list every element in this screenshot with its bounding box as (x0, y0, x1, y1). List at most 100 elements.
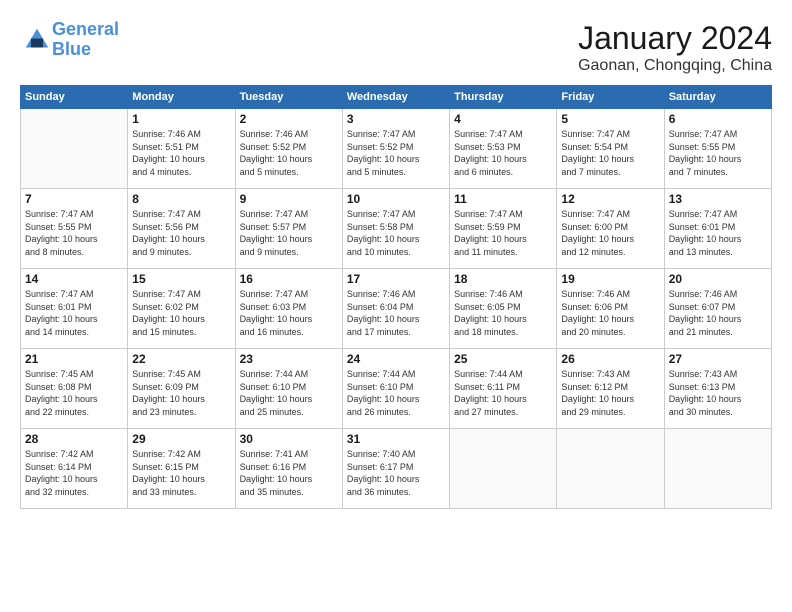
table-row (450, 429, 557, 509)
day-info: Sunrise: 7:47 AMSunset: 5:52 PMDaylight:… (347, 128, 445, 178)
table-row: 23 Sunrise: 7:44 AMSunset: 6:10 PMDayligh… (235, 349, 342, 429)
table-row: 16 Sunrise: 7:47 AMSunset: 6:03 PMDayligh… (235, 269, 342, 349)
calendar-week-row: 1 Sunrise: 7:46 AMSunset: 5:51 PMDaylight… (21, 109, 772, 189)
day-info: Sunrise: 7:42 AMSunset: 6:15 PMDaylight:… (132, 448, 230, 498)
col-monday: Monday (128, 86, 235, 109)
day-info: Sunrise: 7:44 AMSunset: 6:11 PMDaylight:… (454, 368, 552, 418)
col-tuesday: Tuesday (235, 86, 342, 109)
table-row: 26Sunrise: 7:43 AMSunset: 6:12 PMDayligh… (557, 349, 664, 429)
day-number: 10 (347, 192, 445, 206)
day-info: Sunrise: 7:44 AMSunset: 6:10 PMDaylight:… (240, 368, 338, 418)
table-row: 1 Sunrise: 7:46 AMSunset: 5:51 PMDaylight… (128, 109, 235, 189)
day-info: Sunrise: 7:46 AMSunset: 6:04 PMDaylight:… (347, 288, 445, 338)
day-info: Sunrise: 7:47 AMSunset: 5:54 PMDaylight:… (561, 128, 659, 178)
day-info: Sunrise: 7:47 AMSunset: 5:56 PMDaylight:… (132, 208, 230, 258)
day-info: Sunrise: 7:46 AMSunset: 6:07 PMDaylight:… (669, 288, 767, 338)
table-row: 18 Sunrise: 7:46 AMSunset: 6:05 PMDayligh… (450, 269, 557, 349)
day-number: 15 (132, 272, 230, 286)
day-info: Sunrise: 7:47 AMSunset: 6:00 PMDaylight:… (561, 208, 659, 258)
page: General Blue January 2024 Gaonan, Chongq… (0, 0, 792, 612)
logo-text: General Blue (52, 20, 119, 60)
table-row: 27 Sunrise: 7:43 AMSunset: 6:13 PMDayligh… (664, 349, 771, 429)
calendar-week-row: 28 Sunrise: 7:42 AMSunset: 6:14 PMDayligh… (21, 429, 772, 509)
day-number: 27 (669, 352, 767, 366)
day-info: Sunrise: 7:47 AMSunset: 6:03 PMDaylight:… (240, 288, 338, 338)
day-number: 24 (347, 352, 445, 366)
col-saturday: Saturday (664, 86, 771, 109)
table-row: 9Sunrise: 7:47 AMSunset: 5:57 PMDaylight… (235, 189, 342, 269)
calendar-header-row: Sunday Monday Tuesday Wednesday Thursday… (21, 86, 772, 109)
day-number: 23 (240, 352, 338, 366)
month-title: January 2024 (578, 20, 772, 57)
table-row: 22 Sunrise: 7:45 AMSunset: 6:09 PMDayligh… (128, 349, 235, 429)
table-row: 6Sunrise: 7:47 AMSunset: 5:55 PMDaylight… (664, 109, 771, 189)
table-row: 10 Sunrise: 7:47 AMSunset: 5:58 PMDayligh… (342, 189, 449, 269)
day-info: Sunrise: 7:43 AMSunset: 6:13 PMDaylight:… (669, 368, 767, 418)
day-info: Sunrise: 7:44 AMSunset: 6:10 PMDaylight:… (347, 368, 445, 418)
day-number: 14 (25, 272, 123, 286)
table-row (557, 429, 664, 509)
table-row: 17 Sunrise: 7:46 AMSunset: 6:04 PMDayligh… (342, 269, 449, 349)
location-subtitle: Gaonan, Chongqing, China (578, 57, 772, 75)
day-number: 8 (132, 192, 230, 206)
day-number: 7 (25, 192, 123, 206)
day-number: 13 (669, 192, 767, 206)
table-row: 19Sunrise: 7:46 AMSunset: 6:06 PMDayligh… (557, 269, 664, 349)
day-number: 2 (240, 112, 338, 126)
col-sunday: Sunday (21, 86, 128, 109)
day-number: 25 (454, 352, 552, 366)
day-number: 22 (132, 352, 230, 366)
day-info: Sunrise: 7:47 AMSunset: 5:53 PMDaylight:… (454, 128, 552, 178)
table-row: 24 Sunrise: 7:44 AMSunset: 6:10 PMDayligh… (342, 349, 449, 429)
day-info: Sunrise: 7:47 AMSunset: 6:02 PMDaylight:… (132, 288, 230, 338)
day-number: 31 (347, 432, 445, 446)
table-row: 15 Sunrise: 7:47 AMSunset: 6:02 PMDayligh… (128, 269, 235, 349)
day-number: 20 (669, 272, 767, 286)
header: General Blue January 2024 Gaonan, Chongq… (20, 20, 772, 75)
calendar-table: Sunday Monday Tuesday Wednesday Thursday… (20, 85, 772, 509)
day-number: 16 (240, 272, 338, 286)
logo-icon (22, 25, 52, 55)
day-number: 28 (25, 432, 123, 446)
day-number: 5 (561, 112, 659, 126)
title-area: January 2024 Gaonan, Chongqing, China (578, 20, 772, 75)
calendar-week-row: 14 Sunrise: 7:47 AMSunset: 6:01 PMDayligh… (21, 269, 772, 349)
day-number: 11 (454, 192, 552, 206)
day-info: Sunrise: 7:41 AMSunset: 6:16 PMDaylight:… (240, 448, 338, 498)
col-thursday: Thursday (450, 86, 557, 109)
day-number: 1 (132, 112, 230, 126)
day-number: 29 (132, 432, 230, 446)
table-row: 13Sunrise: 7:47 AMSunset: 6:01 PMDayligh… (664, 189, 771, 269)
day-info: Sunrise: 7:47 AMSunset: 5:59 PMDaylight:… (454, 208, 552, 258)
day-number: 17 (347, 272, 445, 286)
logo: General Blue (20, 20, 119, 60)
day-info: Sunrise: 7:45 AMSunset: 6:08 PMDaylight:… (25, 368, 123, 418)
logo-line1: General (52, 19, 119, 39)
table-row: 29 Sunrise: 7:42 AMSunset: 6:15 PMDayligh… (128, 429, 235, 509)
calendar-week-row: 21Sunrise: 7:45 AMSunset: 6:08 PMDayligh… (21, 349, 772, 429)
day-info: Sunrise: 7:40 AMSunset: 6:17 PMDaylight:… (347, 448, 445, 498)
day-info: Sunrise: 7:46 AMSunset: 5:52 PMDaylight:… (240, 128, 338, 178)
table-row: 30Sunrise: 7:41 AMSunset: 6:16 PMDayligh… (235, 429, 342, 509)
table-row: 25 Sunrise: 7:44 AMSunset: 6:11 PMDayligh… (450, 349, 557, 429)
day-info: Sunrise: 7:45 AMSunset: 6:09 PMDaylight:… (132, 368, 230, 418)
table-row: 7 Sunrise: 7:47 AMSunset: 5:55 PMDaylight… (21, 189, 128, 269)
day-number: 12 (561, 192, 659, 206)
day-info: Sunrise: 7:47 AMSunset: 5:55 PMDaylight:… (25, 208, 123, 258)
day-info: Sunrise: 7:42 AMSunset: 6:14 PMDaylight:… (25, 448, 123, 498)
day-number: 4 (454, 112, 552, 126)
day-info: Sunrise: 7:47 AMSunset: 6:01 PMDaylight:… (25, 288, 123, 338)
day-number: 18 (454, 272, 552, 286)
table-row: 11 Sunrise: 7:47 AMSunset: 5:59 PMDayligh… (450, 189, 557, 269)
table-row: 3Sunrise: 7:47 AMSunset: 5:52 PMDaylight… (342, 109, 449, 189)
day-info: Sunrise: 7:47 AMSunset: 5:55 PMDaylight:… (669, 128, 767, 178)
table-row: 12 Sunrise: 7:47 AMSunset: 6:00 PMDayligh… (557, 189, 664, 269)
calendar-week-row: 7 Sunrise: 7:47 AMSunset: 5:55 PMDaylight… (21, 189, 772, 269)
table-row (664, 429, 771, 509)
day-info: Sunrise: 7:46 AMSunset: 5:51 PMDaylight:… (132, 128, 230, 178)
day-info: Sunrise: 7:47 AMSunset: 5:58 PMDaylight:… (347, 208, 445, 258)
day-info: Sunrise: 7:47 AMSunset: 5:57 PMDaylight:… (240, 208, 338, 258)
col-wednesday: Wednesday (342, 86, 449, 109)
day-number: 19 (561, 272, 659, 286)
day-info: Sunrise: 7:46 AMSunset: 6:05 PMDaylight:… (454, 288, 552, 338)
